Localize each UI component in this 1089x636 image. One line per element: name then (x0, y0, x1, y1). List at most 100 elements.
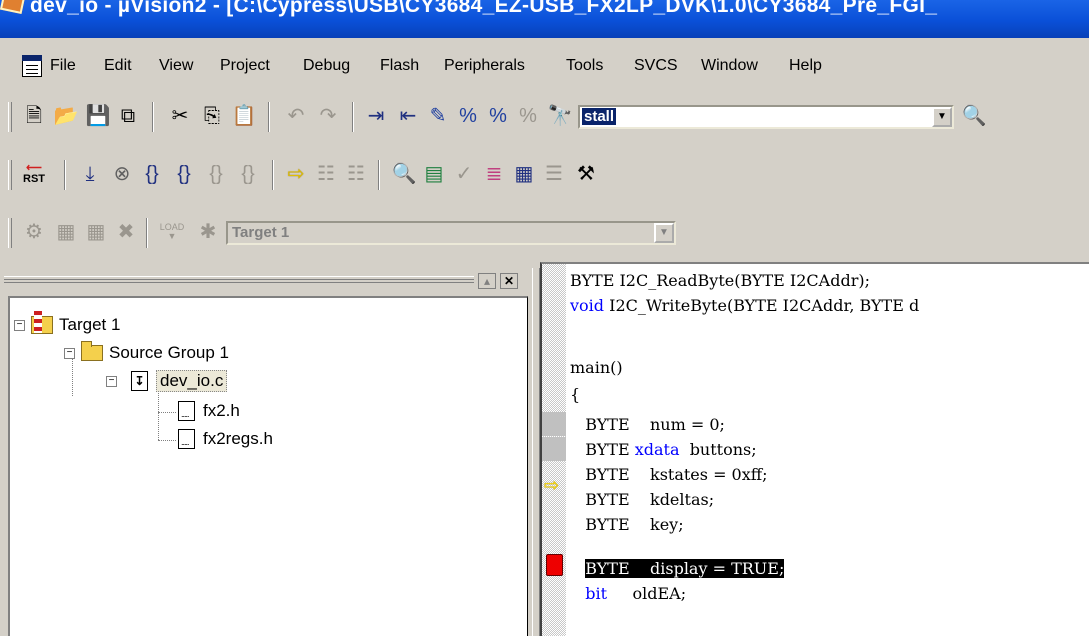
collapse-icon[interactable]: − (64, 347, 75, 359)
tree-label-include: fx2regs.h (203, 429, 273, 448)
undo-icon[interactable]: ↶ (284, 104, 308, 128)
new-file-icon[interactable]: 🗎 (22, 104, 46, 128)
memory-window-icon[interactable]: ▦ (512, 162, 536, 186)
tree-item-group[interactable]: − Source Group 1 (64, 340, 229, 366)
step-out-icon[interactable]: {} (204, 162, 228, 186)
debug-toolbar: ⟵ RST ⤓ ⊗ {} {} {} {} ⇨ ☷ ☷ 🔍 ▤ ✓ ≣ ▦ ☰ ⚒ (0, 154, 1089, 196)
menu-flash[interactable]: Flash (380, 57, 419, 75)
tree-label-target: Target 1 (59, 315, 121, 334)
code-line[interactable]: { (570, 382, 580, 407)
code-coverage-icon[interactable]: ✓ (452, 162, 476, 186)
toolbar-separator (352, 102, 354, 132)
open-folder-icon[interactable]: 📂 (54, 104, 79, 128)
save-all-icon[interactable]: ⧉ (116, 104, 140, 128)
menu-help[interactable]: Help (789, 57, 822, 75)
code-line[interactable]: bit oldEA; (570, 581, 686, 606)
tree-line (158, 440, 176, 441)
code-line[interactable]: BYTE kdeltas; (570, 487, 714, 512)
performance-analyzer-icon[interactable]: ☰ (542, 162, 566, 186)
breakpoint-icon[interactable] (546, 554, 563, 576)
step-into-icon[interactable]: {} (140, 162, 164, 186)
tree-item-include[interactable]: fx2regs.h (178, 426, 273, 452)
bookmark-next-icon[interactable]: % (486, 104, 510, 128)
menu-project[interactable]: Project (220, 57, 270, 75)
bookmark-clear-icon[interactable]: % (516, 104, 540, 128)
bookmark-toggle-icon[interactable]: ✎ (426, 104, 450, 128)
show-next-statement-icon[interactable]: ⇨ (284, 162, 308, 186)
uvision-app-icon[interactable] (0, 0, 27, 15)
paste-icon[interactable]: 📋 (232, 104, 257, 128)
stop-icon[interactable]: ⊗ (110, 162, 134, 186)
reset-cpu-icon[interactable]: ⟵ RST (22, 162, 46, 186)
tree-label-include: fx2.h (203, 401, 240, 420)
menu-edit[interactable]: Edit (104, 57, 132, 75)
find-combo[interactable]: stall ▼ (578, 105, 954, 129)
code-line[interactable]: BYTE I2C_ReadByte(BYTE I2CAddr); (570, 268, 870, 293)
build-target-icon[interactable]: ▦ (54, 220, 78, 244)
indent-icon[interactable]: ⇥ (364, 104, 388, 128)
toolbar-grip[interactable] (8, 218, 12, 248)
trace-icon[interactable]: ☷ (314, 162, 338, 186)
code-line[interactable]: main() (570, 355, 623, 380)
copy-icon[interactable]: ⎘ (200, 104, 224, 128)
collapse-icon[interactable]: − (106, 375, 117, 387)
menu-view[interactable]: View (159, 57, 193, 75)
toolbox-icon[interactable]: ⚒ (574, 162, 598, 186)
toolbar-grip[interactable] (8, 102, 12, 132)
close-pane-button[interactable]: ✕ (500, 273, 518, 289)
current-pc-arrow-icon: ⇨ (544, 475, 560, 495)
menu-peripherals[interactable]: Peripherals (444, 57, 525, 75)
find-icon[interactable]: 🔍 (962, 104, 987, 128)
menu-window[interactable]: Window (701, 57, 758, 75)
target-combo[interactable]: Target 1 ▼ (226, 221, 676, 245)
code-line[interactable]: void I2C_WriteByte(BYTE I2CAddr, BYTE d (570, 293, 919, 318)
serial-window-icon[interactable]: ≣ (482, 162, 506, 186)
watch-window-icon[interactable]: ▤ (422, 162, 446, 186)
restore-pane-button[interactable]: ▴ (478, 273, 496, 289)
unindent-icon[interactable]: ⇤ (396, 104, 420, 128)
disassembly-icon[interactable]: 🔍 (392, 162, 417, 186)
code-line[interactable]: BYTE key; (570, 512, 683, 537)
download-icon[interactable]: LOAD ▼ (160, 220, 185, 244)
menu-file[interactable]: File (50, 57, 76, 75)
trace-records-icon[interactable]: ☷ (344, 162, 368, 186)
toolbar-grip[interactable] (8, 160, 12, 190)
rebuild-all-icon[interactable]: ▦ (84, 220, 108, 244)
translate-icon[interactable]: ⚙ (22, 220, 46, 244)
c-file-icon: ↧ (131, 371, 148, 391)
menu-svcs[interactable]: SVCS (634, 57, 678, 75)
find-in-files-icon[interactable]: 🔭 (548, 104, 573, 128)
step-over-icon[interactable]: {} (172, 162, 196, 186)
gutter-code-marker (542, 437, 566, 461)
tree-item-file[interactable]: − ↧ dev_io.c (106, 368, 228, 394)
tree-item-target[interactable]: − Target 1 (14, 311, 121, 338)
drag-grip[interactable] (4, 276, 474, 283)
menu-tools[interactable]: Tools (566, 57, 603, 75)
code-line-highlighted[interactable]: BYTE display = TRUE; (570, 556, 785, 581)
cut-icon[interactable]: ✂ (168, 104, 192, 128)
code-line[interactable]: BYTE xdata buttons; (570, 437, 756, 462)
run-to-cursor-icon[interactable]: {} (236, 162, 260, 186)
toolbar-separator (272, 160, 274, 190)
save-icon[interactable]: 💾 (86, 104, 111, 128)
tree-label-file: dev_io.c (156, 370, 228, 392)
collapse-icon[interactable]: − (14, 319, 25, 331)
redo-icon[interactable]: ↷ (316, 104, 340, 128)
find-input[interactable]: stall (582, 108, 617, 125)
bookmark-prev-icon[interactable]: % (456, 104, 480, 128)
code-line[interactable]: BYTE num = 0; (570, 412, 725, 437)
code-editor[interactable]: ⇨ BYTE I2C_ReadByte(BYTE I2CAddr); void … (540, 262, 1089, 636)
code-line[interactable]: BYTE kstates = 0xff; (570, 462, 767, 487)
run-icon[interactable]: ⤓ (78, 162, 102, 186)
pane-splitter[interactable] (532, 268, 540, 636)
chevron-down-icon[interactable]: ▼ (654, 223, 674, 243)
options-for-target-icon[interactable]: ✱ (196, 220, 220, 244)
tree-item-include[interactable]: fx2.h (178, 398, 240, 424)
chevron-down-icon[interactable]: ▼ (932, 107, 952, 127)
target-select[interactable]: Target 1 (230, 224, 291, 241)
header-file-icon (178, 429, 195, 449)
stop-build-icon[interactable]: ✖ (114, 220, 138, 244)
menu-debug[interactable]: Debug (303, 57, 350, 75)
document-icon[interactable] (22, 55, 42, 77)
tree-line (158, 412, 176, 413)
